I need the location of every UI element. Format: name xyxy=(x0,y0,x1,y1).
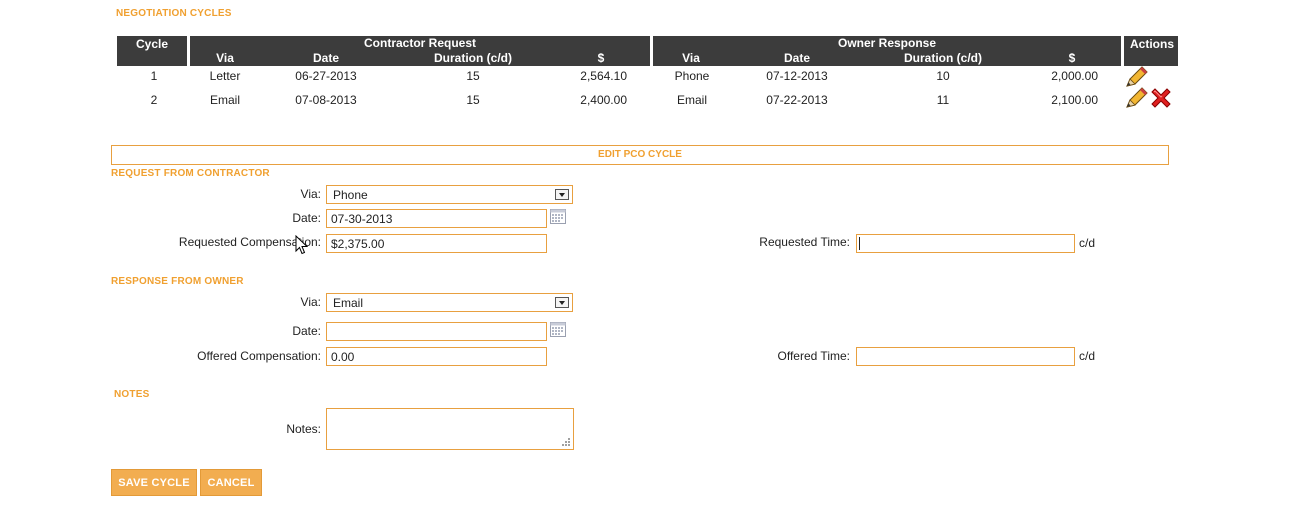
offered-time-unit: c/d xyxy=(1079,349,1096,363)
actions-header-label: Actions xyxy=(1130,37,1175,51)
own-via-header: Via xyxy=(682,51,700,65)
row-own-duration: 10 xyxy=(936,69,950,83)
row-own-amount: 2,000.00 xyxy=(1051,69,1098,83)
req-date-header: Date xyxy=(312,51,340,65)
row-req-via: Email xyxy=(209,93,241,107)
row-req-amount: 2,400.00 xyxy=(580,93,627,107)
actions-header: Actions xyxy=(1124,36,1178,66)
request-date-label: Date: xyxy=(292,211,321,225)
chevron-down-icon[interactable] xyxy=(555,189,569,200)
owner-response-label: Owner Response xyxy=(837,36,937,50)
response-via-select[interactable]: Email xyxy=(326,293,573,312)
requested-compensation-input[interactable] xyxy=(326,234,547,253)
calendar-icon[interactable] xyxy=(550,209,566,224)
contractor-request-label: Contractor Request xyxy=(363,36,477,50)
request-via-value: Phone xyxy=(333,188,368,202)
row-req-date: 07-08-2013 xyxy=(295,93,357,107)
req-amount-header: $ xyxy=(597,51,605,65)
calendar-icon[interactable] xyxy=(550,322,566,337)
own-duration-header: Duration (c/d) xyxy=(904,51,982,65)
cycle-header: Cycle xyxy=(117,36,187,66)
row-own-amount: 2,100.00 xyxy=(1051,93,1098,107)
row-own-date: 07-22-2013 xyxy=(766,93,828,107)
delete-x-icon[interactable] xyxy=(1149,86,1173,110)
request-via-label: Via: xyxy=(300,187,321,201)
response-via-label: Via: xyxy=(300,295,321,309)
chevron-down-icon[interactable] xyxy=(555,297,569,308)
own-date-header: Date xyxy=(783,51,811,65)
owner-response-header: Owner Response Via Date Duration (c/d) $ xyxy=(653,36,1121,66)
offered-compensation-input[interactable] xyxy=(326,347,547,366)
resize-grip-icon[interactable] xyxy=(560,436,571,447)
request-via-select[interactable]: Phone xyxy=(326,185,573,204)
row-req-duration: 15 xyxy=(466,69,480,83)
row-own-via: Phone xyxy=(674,69,710,83)
row-own-duration: 11 xyxy=(936,93,950,107)
offered-compensation-label: Offered Compensation: xyxy=(197,349,321,363)
req-duration-header: Duration (c/d) xyxy=(434,51,512,65)
offered-time-input[interactable] xyxy=(856,347,1075,366)
req-via-header: Via xyxy=(216,51,234,65)
edit-pencil-icon[interactable] xyxy=(1124,87,1150,109)
notes-label: Notes: xyxy=(286,422,321,436)
requested-time-label: Requested Time: xyxy=(759,235,850,249)
row-req-via: Letter xyxy=(209,69,241,83)
request-date-input[interactable] xyxy=(326,209,547,228)
cancel-button[interactable]: CANCEL xyxy=(200,469,262,496)
response-date-input[interactable] xyxy=(326,322,547,341)
row-cycle: 1 xyxy=(150,69,158,83)
row-own-date: 07-12-2013 xyxy=(766,69,828,83)
row-req-amount: 2,564.10 xyxy=(580,69,627,83)
negotiation-cycles-title: NEGOTIATION CYCLES xyxy=(116,8,232,19)
row-req-date: 06-27-2013 xyxy=(295,69,357,83)
contractor-request-header: Contractor Request Via Date Duration (c/… xyxy=(190,36,650,66)
row-req-duration: 15 xyxy=(466,93,480,107)
offered-time-label: Offered Time: xyxy=(777,349,850,363)
text-cursor xyxy=(859,237,860,250)
cycle-header-label: Cycle xyxy=(136,37,169,51)
edit-pco-cycle-banner: EDIT PCO CYCLE xyxy=(111,145,1169,165)
save-cycle-button[interactable]: SAVE CYCLE xyxy=(111,469,197,496)
notes-textarea[interactable] xyxy=(326,408,574,450)
requested-time-unit: c/d xyxy=(1079,236,1096,250)
response-via-value: Email xyxy=(333,296,364,310)
mouse-pointer-icon xyxy=(295,235,308,255)
response-date-label: Date: xyxy=(292,324,321,338)
requested-time-input[interactable] xyxy=(856,234,1075,253)
response-from-owner-title: RESPONSE FROM OWNER xyxy=(111,276,244,287)
edit-pencil-icon[interactable] xyxy=(1124,66,1150,88)
row-own-via: Email xyxy=(676,93,708,107)
row-cycle: 2 xyxy=(150,93,158,107)
notes-title: NOTES xyxy=(114,389,150,400)
request-from-contractor-title: REQUEST FROM CONTRACTOR xyxy=(111,168,270,179)
own-amount-header: $ xyxy=(1068,51,1076,65)
